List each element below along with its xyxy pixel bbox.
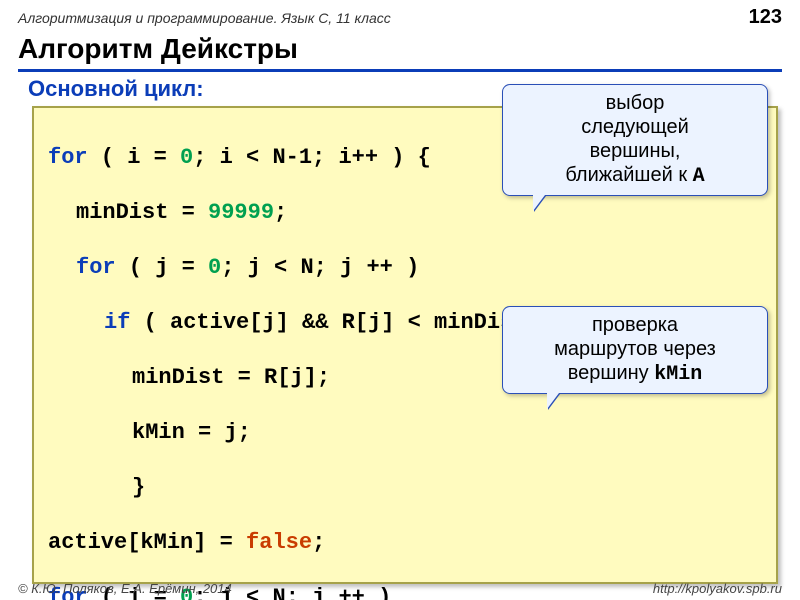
code-text: minDist = xyxy=(76,200,208,225)
code-line: } xyxy=(132,474,762,502)
code-text: ( i = xyxy=(88,145,180,170)
callout-tail-icon xyxy=(533,195,545,211)
code-text: ; i < N-1; i++ ) { xyxy=(193,145,431,170)
code-line: for ( j = 0; j < N; j ++ ) xyxy=(76,254,762,282)
literal-number: 99999 xyxy=(208,200,274,225)
page-title: Алгоритм Дейкстры xyxy=(18,33,782,72)
copyright: © К.Ю. Поляков, Е.А. Ерёмин, 2014 xyxy=(18,581,232,596)
page-number: 123 xyxy=(749,6,782,29)
code-text: ; j < N; j ++ ) xyxy=(221,255,419,280)
callout-tail-icon xyxy=(547,393,559,409)
callout-text: ближайшей к A xyxy=(515,163,755,189)
keyword-for: for xyxy=(76,255,116,280)
callout-mono: kMin xyxy=(654,363,702,386)
callout-select-vertex: выбор следующей вершины, ближайшей к A xyxy=(502,84,768,196)
code-text: ( active[j] && R[j] < minDist) { xyxy=(130,310,566,335)
keyword-for: for xyxy=(48,145,88,170)
slide: Алгоритмизация и программирование. Язык … xyxy=(0,0,800,600)
keyword-if: if xyxy=(104,310,130,335)
callout-check-routes: проверка маршрутов через вершину kMin xyxy=(502,306,768,394)
callout-mono: A xyxy=(693,165,705,188)
course-title: Алгоритмизация и программирование. Язык … xyxy=(18,10,391,26)
callout-text: вершину kMin xyxy=(515,361,755,387)
code-line: active[kMin] = false; xyxy=(48,529,762,557)
footer: © К.Ю. Поляков, Е.А. Ерёмин, 2014 http:/… xyxy=(18,581,782,596)
callout-text: следующей xyxy=(515,115,755,139)
footer-url: http://kpolyakov.spb.ru xyxy=(653,581,782,596)
callout-text: вершины, xyxy=(515,139,755,163)
topbar: Алгоритмизация и программирование. Язык … xyxy=(0,0,800,33)
code-text: ( j = xyxy=(116,255,208,280)
code-text: ; xyxy=(312,530,325,555)
callout-text: выбор xyxy=(515,91,755,115)
code-text: active[kMin] = xyxy=(48,530,246,555)
code-line: kMin = j; xyxy=(132,419,762,447)
code-text: ; xyxy=(274,200,287,225)
literal-number: 0 xyxy=(208,255,221,280)
code-line: minDist = 99999; xyxy=(76,199,762,227)
callout-text: проверка xyxy=(515,313,755,337)
callout-text: маршрутов через xyxy=(515,337,755,361)
literal-false: false xyxy=(246,530,312,555)
literal-number: 0 xyxy=(180,145,193,170)
